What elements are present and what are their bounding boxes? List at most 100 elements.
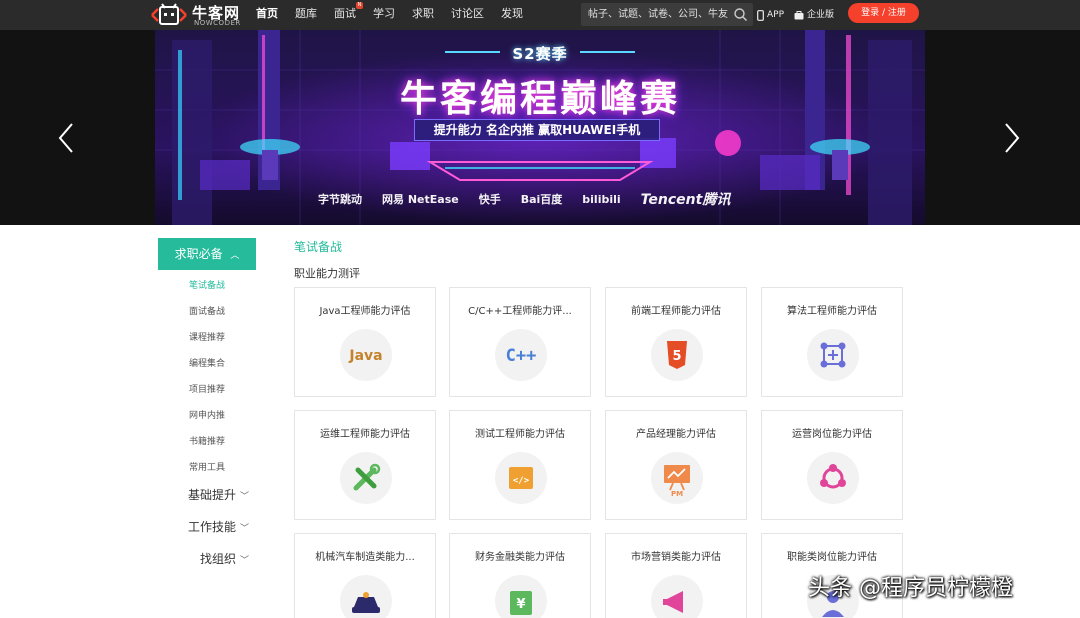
search-input[interactable]	[581, 3, 753, 26]
main-nav: 首页 题库 面试 N 学习 求职 讨论区 发现	[252, 0, 536, 30]
yen-icon: ¥	[495, 575, 547, 618]
card-mechanical[interactable]: 机械汽车制造类能力...	[294, 533, 436, 618]
banner-title: 牛客编程巅峰赛	[400, 77, 680, 120]
enterprise-label: 企业版	[807, 10, 835, 20]
cpp-icon: C++	[495, 329, 547, 381]
card-product[interactable]: 产品经理能力评估 PM	[605, 410, 747, 520]
chevron-down-icon: ﹀	[240, 556, 250, 566]
sidebar: 求职必备 ︿ 笔试备战 面试备战 课程推荐 编程集合 项目推荐 网申内推 书籍推…	[158, 238, 256, 566]
code-icon: </>	[495, 452, 547, 504]
sidebar-item-projects[interactable]: 项目推荐	[189, 382, 225, 395]
sidebar-item-interview-prep[interactable]: 面试备战	[189, 304, 225, 317]
nav-item-learn[interactable]: 学习	[369, 0, 399, 30]
sponsor-tencent: Tencent腾讯	[640, 192, 731, 208]
card-java[interactable]: Java工程师能力评估 Java	[294, 287, 436, 397]
card-title: 产品经理能力评估	[636, 429, 716, 440]
search-icon[interactable]	[733, 7, 748, 22]
card-marketing[interactable]: 市场营销类能力评估	[605, 533, 747, 618]
card-title: 财务金融类能力评估	[475, 552, 565, 563]
sponsor-bilibili: bilibili	[582, 192, 621, 206]
pm-board-icon: PM	[651, 452, 703, 504]
algorithm-icon	[807, 329, 859, 381]
chevron-down-icon: ﹀	[240, 492, 250, 502]
section-subtitle: 职业能力测评	[294, 267, 360, 280]
banner-prev-arrow-icon[interactable]	[52, 118, 82, 158]
card-title: 市场营销类能力评估	[631, 552, 721, 563]
nowcoder-logo-icon	[151, 3, 187, 25]
card-title: 算法工程师能力评估	[787, 306, 877, 317]
megaphone-icon	[651, 575, 703, 618]
top-nav-bar: 牛客网 NOWCODER 首页 题库 面试N 学习 求职 讨论区 发现 APP …	[0, 0, 1080, 30]
nav-item-question-bank[interactable]: 题库	[291, 0, 321, 30]
sponsor-kuaishou: 快手	[478, 193, 501, 206]
sidebar-group-label: 找组织	[200, 552, 237, 566]
pm-icon-text: PM	[671, 490, 683, 498]
nav-item-discover[interactable]: 发现	[497, 0, 527, 30]
card-testing[interactable]: 测试工程师能力评估 </>	[449, 410, 591, 520]
card-cpp[interactable]: C/C++工程师能力评... C++	[449, 287, 591, 397]
logo[interactable]: 牛客网 NOWCODER	[150, 2, 246, 28]
sidebar-head-label: 求职必备	[174, 247, 223, 261]
banner-tagline: 提升能力 名企内推 赢取HUAWEI手机	[414, 119, 660, 141]
html5-icon: 5	[651, 329, 703, 381]
sidebar-item-courses[interactable]: 课程推荐	[189, 330, 225, 343]
briefcase-icon	[794, 10, 804, 19]
card-finance[interactable]: 财务金融类能力评估 ¥	[449, 533, 591, 618]
sidebar-item-books[interactable]: 书籍推荐	[189, 434, 225, 447]
card-title: C/C++工程师能力评...	[468, 306, 572, 317]
card-title: 测试工程师能力评估	[475, 429, 565, 440]
enterprise-link[interactable]: 企业版	[794, 0, 834, 30]
nav-item-interview[interactable]: 面试 N	[330, 0, 363, 30]
java-icon-text: Java	[348, 348, 382, 364]
sidebar-item-tools[interactable]: 常用工具	[189, 460, 225, 473]
sidebar-item-referral[interactable]: 网申内推	[189, 408, 225, 421]
section-title: 笔试备战	[294, 240, 343, 254]
card-frontend[interactable]: 前端工程师能力评估 5	[605, 287, 747, 397]
yen-icon-text: ¥	[516, 597, 525, 612]
cpp-icon-text: C++	[506, 346, 537, 366]
app-label: APP	[767, 10, 785, 20]
logo-subtitle: NOWCODER	[194, 19, 241, 27]
card-title: 职能类岗位能力评估	[787, 552, 877, 563]
hero-banner[interactable]: S2赛季 牛客编程巅峰赛 提升能力 名企内推 赢取HUAWEI手机 字节跳动 网…	[0, 30, 1080, 225]
banner-season: S2赛季	[512, 45, 568, 63]
java-icon: Java	[340, 329, 392, 381]
sponsor-baidu: Bai百度	[520, 193, 563, 206]
card-title: 机械汽车制造类能力...	[315, 552, 415, 563]
sidebar-head-job-essentials[interactable]: 求职必备 ︿	[158, 238, 256, 270]
card-algorithm[interactable]: 算法工程师能力评估	[761, 287, 903, 397]
vehicle-icon	[340, 575, 392, 618]
sponsor-bytedance: 字节跳动	[318, 193, 362, 206]
card-title: 前端工程师能力评估	[631, 306, 721, 317]
tools-icon	[340, 452, 392, 504]
nav-item-interview-label: 面试	[334, 7, 356, 20]
card-title: Java工程师能力评估	[319, 306, 411, 317]
sidebar-item-coding-set[interactable]: 编程集合	[189, 356, 225, 369]
nav-item-discuss[interactable]: 讨论区	[447, 0, 488, 30]
chevron-up-icon: ︿	[230, 251, 240, 261]
sidebar-group-label: 基础提升	[188, 488, 237, 502]
nav-item-jobs[interactable]: 求职	[408, 0, 438, 30]
watermark: 头条 @程序员柠檬橙	[808, 576, 1013, 601]
banner-next-arrow-icon[interactable]	[996, 118, 1026, 158]
sidebar-item-written-test[interactable]: 笔试备战	[189, 278, 225, 291]
card-operations[interactable]: 运营岗位能力评估	[761, 410, 903, 520]
phone-icon	[757, 9, 764, 21]
new-badge: N	[356, 2, 363, 9]
sponsor-netease: 网易 NetEase	[382, 193, 459, 206]
nav-item-home[interactable]: 首页	[252, 0, 282, 30]
sidebar-group-label: 工作技能	[188, 520, 237, 534]
code-icon-text: </>	[513, 476, 530, 486]
chevron-down-icon: ﹀	[240, 524, 250, 534]
sidebar-group-basics[interactable]: 基础提升 ﹀	[188, 486, 249, 503]
sidebar-group-find-org[interactable]: 找组织 ﹀	[200, 550, 249, 567]
sidebar-group-work-skills[interactable]: 工作技能 ﹀	[188, 518, 249, 535]
card-ops[interactable]: 运维工程师能力评估	[294, 410, 436, 520]
sponsor-logos: 字节跳动 网易 NetEase 快手 Bai百度 bilibili Tencen…	[318, 188, 750, 210]
card-title: 运维工程师能力评估	[320, 429, 410, 440]
app-download-link[interactable]: APP	[757, 0, 784, 30]
login-register-button[interactable]: 登录 / 注册	[848, 3, 919, 23]
html5-icon-text: 5	[672, 349, 681, 364]
share-nodes-icon	[807, 452, 859, 504]
card-title: 运营岗位能力评估	[792, 429, 872, 440]
